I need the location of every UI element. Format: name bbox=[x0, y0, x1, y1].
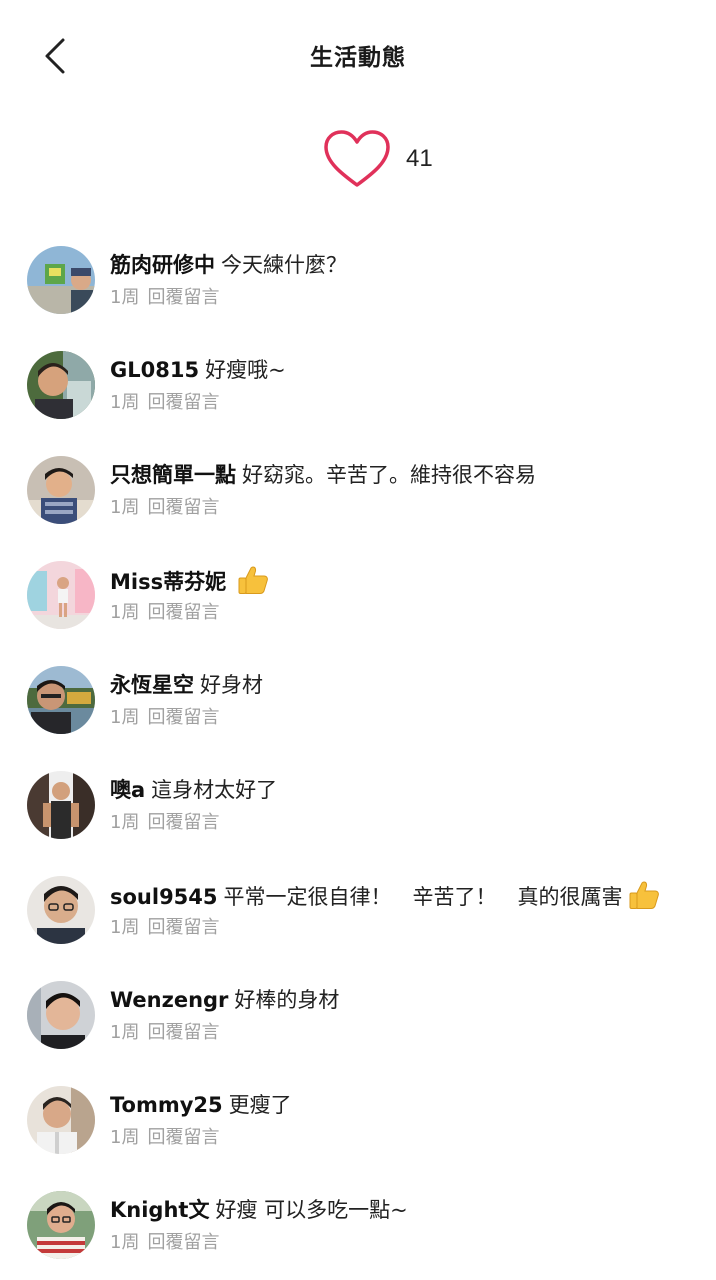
avatar[interactable] bbox=[27, 1086, 95, 1154]
reply-button[interactable]: 回覆留言 bbox=[147, 392, 219, 413]
comment-username[interactable]: GL0815 bbox=[110, 358, 199, 382]
comment-item: soul9545 平常一定很自律！ 辛苦了！ 真的很厲害 1周 回覆留言 bbox=[0, 870, 716, 975]
comment-text: 好身材 bbox=[200, 673, 263, 697]
avatar[interactable] bbox=[27, 771, 95, 839]
avatar[interactable] bbox=[27, 666, 95, 734]
avatar[interactable] bbox=[27, 456, 95, 524]
comment-text: 平常一定很自律！ 辛苦了！ 真的很厲害 bbox=[223, 885, 623, 909]
comment-text: 好窈窕。辛苦了。維持很不容易 bbox=[242, 463, 536, 487]
comment-text: 好瘦 可以多吃一點~ bbox=[215, 1198, 408, 1222]
avatar[interactable] bbox=[27, 246, 95, 314]
comment-time: 1周 bbox=[110, 1022, 140, 1043]
app-screen: 生活動態 41 筋肉研修中 今天練什麼？ 1周 回覆留言 GL0815 好瘦哦~… bbox=[0, 0, 716, 1280]
comment-item: 筋肉研修中 今天練什麼？ 1周 回覆留言 bbox=[0, 240, 716, 345]
comment-username[interactable]: 永恆星空 bbox=[110, 673, 194, 697]
comment-username[interactable]: Knight文 bbox=[110, 1198, 209, 1222]
avatar[interactable] bbox=[27, 351, 95, 419]
comment-item: Miss蒂芬妮 1周 回覆留言 bbox=[0, 555, 716, 660]
comment-time: 1周 bbox=[110, 707, 140, 728]
likes-summary: 41 bbox=[322, 128, 433, 190]
like-count: 41 bbox=[406, 145, 433, 172]
comment-text: 好棒的身材 bbox=[234, 988, 340, 1012]
reply-button[interactable]: 回覆留言 bbox=[147, 1127, 219, 1148]
reply-button[interactable]: 回覆留言 bbox=[147, 287, 219, 308]
reply-button[interactable]: 回覆留言 bbox=[147, 917, 219, 938]
reply-button[interactable]: 回覆留言 bbox=[147, 812, 219, 833]
comment-item: Knight文 好瘦 可以多吃一點~ 1周 回覆留言 bbox=[0, 1185, 716, 1280]
page-title: 生活動態 bbox=[310, 45, 406, 71]
comment-time: 1周 bbox=[110, 602, 140, 623]
thumbs-up-icon bbox=[629, 881, 659, 909]
comment-item: 噢a 這身材太好了 1周 回覆留言 bbox=[0, 765, 716, 870]
comment-username[interactable]: 噢a bbox=[110, 778, 145, 802]
comment-username[interactable]: 只想簡單一點 bbox=[110, 463, 236, 487]
comment-item: GL0815 好瘦哦~ 1周 回覆留言 bbox=[0, 345, 716, 450]
reply-button[interactable]: 回覆留言 bbox=[147, 497, 219, 518]
comment-list: 筋肉研修中今天練什麼？ 1周回覆留言 GL0815好瘦哦~ 1周回覆留言 bbox=[0, 240, 716, 1280]
avatar[interactable] bbox=[27, 981, 95, 1049]
heart-outline-icon[interactable] bbox=[322, 128, 392, 190]
comment-time: 1周 bbox=[110, 812, 140, 833]
avatar[interactable] bbox=[27, 561, 95, 629]
thumbs-up-icon bbox=[238, 566, 268, 594]
comment-username[interactable]: Miss蒂芬妮 bbox=[110, 570, 226, 594]
comment-username[interactable]: soul9545 bbox=[110, 885, 218, 909]
comment-time: 1周 bbox=[110, 1127, 140, 1148]
comment-time: 1周 bbox=[110, 287, 140, 308]
reply-button[interactable]: 回覆留言 bbox=[147, 707, 219, 728]
reply-button[interactable]: 回覆留言 bbox=[147, 1232, 219, 1253]
avatar[interactable] bbox=[27, 876, 95, 944]
comment-username[interactable]: 筋肉研修中 bbox=[110, 253, 215, 277]
comment-text: 今天練什麼？ bbox=[221, 253, 347, 277]
comment-item: 永恆星空 好身材 1周 回覆留言 bbox=[0, 660, 716, 765]
comment-time: 1周 bbox=[110, 497, 140, 518]
comment-time: 1周 bbox=[110, 392, 140, 413]
reply-button[interactable]: 回覆留言 bbox=[147, 1022, 219, 1043]
comment-text: 好瘦哦~ bbox=[205, 358, 286, 382]
comment-item: Wenzengr 好棒的身材 1周 回覆留言 bbox=[0, 975, 716, 1080]
comment-item: Tommy25 更瘦了 1周 回覆留言 bbox=[0, 1080, 716, 1185]
comment-username[interactable]: Tommy25 bbox=[110, 1093, 223, 1117]
reply-button[interactable]: 回覆留言 bbox=[147, 602, 219, 623]
comment-time: 1周 bbox=[110, 917, 140, 938]
avatar[interactable] bbox=[27, 1191, 95, 1259]
comment-username[interactable]: Wenzengr bbox=[110, 988, 228, 1012]
header: 生活動態 bbox=[0, 0, 716, 110]
comment-item: 只想簡單一點 好窈窕。辛苦了。維持很不容易 1周 回覆留言 bbox=[0, 450, 716, 555]
comment-text: 更瘦了 bbox=[228, 1093, 292, 1117]
comment-time: 1周 bbox=[110, 1232, 140, 1253]
comment-text: 這身材太好了 bbox=[151, 778, 278, 802]
